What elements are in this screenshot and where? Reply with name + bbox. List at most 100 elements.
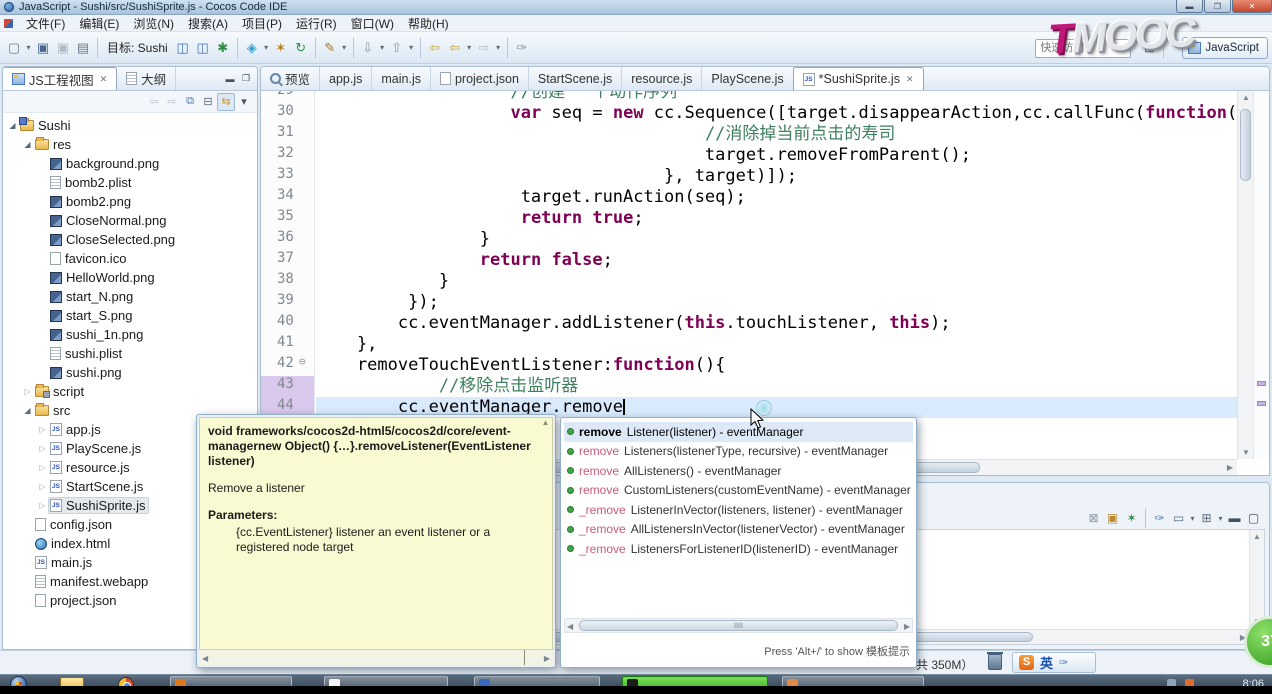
maximize-view-icon[interactable]: ▢ [1244,509,1263,528]
scroll-right-icon[interactable]: ▶ [904,622,910,631]
menu-项目(P)[interactable]: 项目(P) [235,16,289,32]
ime-toolbar[interactable]: S 英 ✑ [1012,652,1096,673]
tree-item-Sushi[interactable]: ◢Sushi [3,116,257,135]
dropdown-arrow-icon[interactable]: ▾ [1188,507,1197,529]
scroll-left-icon[interactable]: ◀ [567,622,573,631]
code-line-34[interactable]: target.runAction(seq); [316,187,1237,208]
back-history-icon[interactable]: ⇦ [445,37,465,59]
change-mark[interactable] [1257,401,1266,406]
tab-outline[interactable]: 大纲 [117,67,176,90]
close-tab-icon[interactable]: ✕ [100,74,108,85]
ime-language-toggle[interactable]: 英 [1040,653,1053,672]
run-target-icon[interactable]: ◫ [193,37,213,59]
save-all-icon[interactable]: ▣ [53,37,73,59]
doc-vertical-scrollbar[interactable]: ▲ [539,418,552,645]
collapsed-arrow-icon[interactable]: ▷ [22,387,33,396]
search-paint-icon[interactable]: ✎ [320,37,340,59]
editor-tab-预览[interactable]: 预览 [261,67,320,90]
collapsed-arrow-icon[interactable]: ▷ [37,463,48,472]
code-line-36[interactable]: } [316,229,1237,250]
tree-item-favicon.ico[interactable]: favicon.ico [3,249,257,268]
editor-tab-project.json[interactable]: project.json [431,67,529,90]
collapsed-arrow-icon[interactable]: ▷ [37,501,48,510]
dropdown-arrow-icon[interactable]: ▾ [465,37,474,59]
code-line-32[interactable]: target.removeFromParent(); [316,145,1237,166]
pin-editor-icon[interactable]: ✑ [512,37,532,59]
assist-item-_removeListenersForListenerID[interactable]: _removeListenersForListenerID(listenerID… [564,539,913,559]
tree-item-res[interactable]: ◢res [3,135,257,154]
next-annotation-icon[interactable]: ⇩ [358,37,378,59]
forward-icon[interactable]: ⇨ [474,37,494,59]
scroll-left-icon[interactable]: ◀ [202,654,208,663]
assist-item-_removeListenerInVector[interactable]: _removeListenerInVector(listeners, liste… [564,500,913,520]
display-selected-icon[interactable]: ▭ [1169,509,1188,528]
code-line-33[interactable]: }, target)]); [316,166,1237,187]
menu-文件(F)[interactable]: 文件(F) [19,16,72,32]
tree-item-script[interactable]: ▷script [3,382,257,401]
editor-tab-resource.js[interactable]: resource.js [622,67,702,90]
tree-item-sushi.png[interactable]: sushi.png [3,363,257,382]
build-tools-icon[interactable]: ✱ [213,37,233,59]
expanded-arrow-icon[interactable]: ◢ [7,121,18,130]
prev-annotation-icon[interactable]: ⇧ [387,37,407,59]
close-button[interactable]: ✕ [1232,0,1272,13]
menu-帮助(H)[interactable]: 帮助(H) [401,16,456,32]
ime-settings-icon[interactable]: ✑ [1059,656,1068,669]
editor-vertical-scrollbar[interactable]: ▲ ▼ [1237,91,1253,459]
assist-item-_removeAllListenersInVector[interactable]: _removeAllListenersInVector(listenerVect… [564,520,913,540]
tree-item-start_S.png[interactable]: start_S.png [3,306,257,325]
code-line-35[interactable]: return true; [316,208,1237,229]
dropdown-arrow-icon[interactable]: ▾ [262,37,271,59]
sync-icon[interactable]: ↻ [291,37,311,59]
menu-编辑(E)[interactable]: 编辑(E) [72,16,126,32]
editor-tab-SushiSprite.js[interactable]: JS*SushiSprite.js✕ [793,67,924,90]
close-tab-icon[interactable]: ✕ [906,74,914,85]
assist-item-removeListeners[interactable]: removeListeners(listenerType, recursive)… [564,442,913,462]
open-console-icon[interactable]: ⊞ [1197,509,1216,528]
code-line-30[interactable]: var seq = new cc.Sequence([target.disapp… [316,103,1237,124]
console-vertical-scrollbar[interactable]: ▲ ▼ [1249,530,1264,628]
back-icon[interactable]: ⇦ [425,37,445,59]
tree-item-CloseSelected.png[interactable]: CloseSelected.png [3,230,257,249]
expanded-arrow-icon[interactable]: ◢ [22,140,33,149]
tree-item-bomb2.png[interactable]: bomb2.png [3,192,257,211]
quick-access-input[interactable] [1035,39,1131,58]
code-line-37[interactable]: return false; [316,250,1237,271]
tree-item-start_N.png[interactable]: start_N.png [3,287,257,306]
sogou-ime-icon[interactable]: S [1019,655,1034,670]
forward-icon[interactable]: ⇨ [163,93,181,111]
dropdown-arrow-icon[interactable]: ▾ [340,37,349,59]
maximize-button[interactable]: ❐ [1204,0,1231,13]
menu-浏览(N)[interactable]: 浏览(N) [126,16,181,32]
tree-item-HelloWorld.png[interactable]: HelloWorld.png [3,268,257,287]
code-line-39[interactable]: }); [316,292,1237,313]
dropdown-arrow-icon[interactable]: ▾ [1216,507,1225,529]
assist-horizontal-scrollbar[interactable]: ◀ ⦀⦀⦀ ▶ [564,618,913,633]
vertical-scroll-thumb[interactable] [1240,109,1251,181]
save-icon[interactable]: ▣ [33,37,53,59]
doc-horizontal-scrollbar[interactable]: ◀ ▶ [199,649,553,665]
open-perspective-icon[interactable]: ⊞ [1139,37,1159,59]
collapse-all-icon[interactable]: ⊟ [199,93,217,111]
perspective-button-javascript[interactable]: JavaScript [1182,37,1268,59]
scroll-up-icon[interactable]: ▲ [1253,532,1261,541]
new-wizard-icon[interactable]: ▢ [4,37,24,59]
view-menu-icon[interactable]: ▾ [235,93,253,111]
tree-item-sushi_1n.png[interactable]: sushi_1n.png [3,325,257,344]
collapsed-arrow-icon[interactable]: ▷ [37,425,48,434]
package-icon[interactable]: ◈ [242,37,262,59]
fold-collapse-icon[interactable]: ⊖ [299,355,313,376]
editor-tab-main.js[interactable]: main.js [372,67,431,90]
tree-item-sushi.plist[interactable]: sushi.plist [3,344,257,363]
horizontal-scroll-thumb[interactable]: ⦀⦀⦀ [579,620,898,631]
dropdown-arrow-icon[interactable]: ▾ [378,37,387,59]
dropdown-arrow-icon[interactable]: ▾ [24,37,33,59]
tree-item-CloseNormal.png[interactable]: CloseNormal.png [3,211,257,230]
expanded-arrow-icon[interactable]: ◢ [22,406,33,415]
assist-item-removeListener[interactable]: removeListener(listener) - eventManager [564,422,913,442]
external-tools-icon[interactable]: ✶ [271,37,291,59]
launch-config-icon[interactable]: ✶ [1122,509,1141,528]
display-console-icon[interactable]: ▣ [1103,509,1122,528]
code-line-43[interactable]: //移除点击监听器 [316,376,1237,397]
menu-搜索(A)[interactable]: 搜索(A) [181,16,235,32]
